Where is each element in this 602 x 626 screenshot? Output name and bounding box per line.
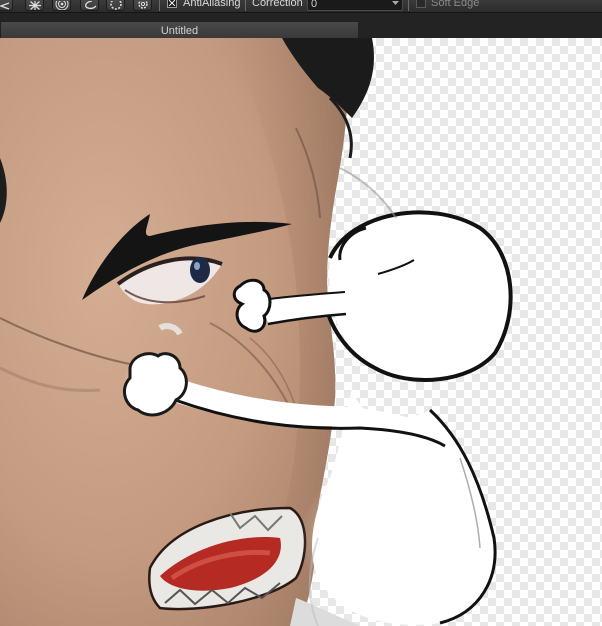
correction-value: 0 [311,0,318,10]
concentric-circles-icon[interactable] [52,0,71,11]
correction-label: Correction [252,0,303,9]
canvas[interactable] [0,38,602,626]
document-tab-bar: Untitled [0,12,602,39]
chevron-down-icon [392,1,399,5]
toolbar-separator [408,0,409,11]
antialiasing-checkbox[interactable] [167,0,177,8]
curve-icon[interactable] [80,0,99,11]
arrow-left-icon[interactable] [0,0,13,11]
starburst-icon[interactable] [25,0,44,11]
correction-dropdown[interactable]: 0 [307,0,403,11]
antialiasing-label: AntiAliasing [183,0,241,9]
soft-edge-label: Soft Edge [431,0,480,9]
artwork [0,38,513,626]
document-tab[interactable]: Untitled [0,21,359,39]
toolbar-separator [245,0,246,11]
soft-edge-checkbox[interactable] [416,0,426,8]
document-tab-title: Untitled [160,24,199,37]
toolbar-separator [159,0,160,11]
tool-options-bar: AntiAliasing Correction 0 Soft Edge [0,0,602,12]
gear-icon[interactable] [133,0,152,11]
dotted-circle-icon[interactable] [106,0,125,11]
